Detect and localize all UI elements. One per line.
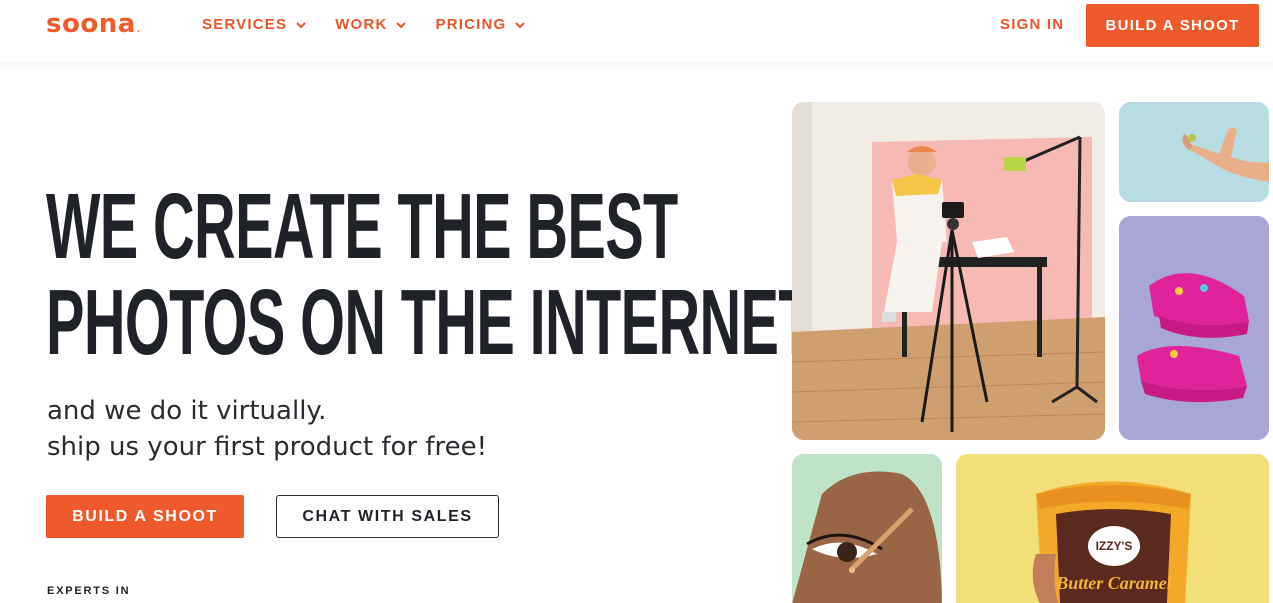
ice-cream-pint-photo: IZZY'S Butter Caramel [956, 454, 1269, 603]
nav-pricing[interactable]: PRICING [435, 16, 526, 33]
chevron-down-icon [515, 21, 526, 28]
nav-services-label: SERVICES [202, 16, 288, 33]
logo-mark: . [136, 25, 141, 34]
butter-caramel-label: Butter Caramel [1055, 573, 1172, 593]
site-header: soona. SERVICES WORK PRICING SIGN IN BUI… [0, 0, 1273, 62]
headline-line-1: WE CREATE THE BEST [46, 174, 678, 278]
build-shoot-button[interactable]: BUILD A SHOOT [46, 495, 244, 538]
subtitle-line-1: and we do it virtually. [47, 396, 327, 426]
hero-headline: WE CREATE THE BEST PHOTOS ON THE INTERNE… [46, 174, 814, 374]
main-nav: SERVICES WORK PRICING [202, 16, 526, 33]
soona-logo[interactable]: soona. [46, 9, 140, 39]
header-build-shoot-button[interactable]: BUILD A SHOOT [1086, 4, 1259, 47]
chevron-down-icon [396, 21, 407, 28]
eye-dropper-photo [792, 454, 942, 603]
hand-holding-gummy-photo [1119, 102, 1269, 202]
pink-platform-sandals-photo [1119, 216, 1269, 440]
subtitle-line-2: ship us your first product for free! [47, 432, 488, 462]
sign-in-link[interactable]: SIGN IN [1000, 16, 1064, 33]
logo-text: soona [46, 9, 136, 39]
experts-in-label: EXPERTS IN [47, 585, 131, 597]
izzys-brand-label: IZZY'S [1096, 539, 1133, 553]
hero-subtitle: and we do it virtually. ship us your fir… [47, 393, 487, 465]
nav-work[interactable]: WORK [335, 16, 407, 33]
chevron-down-icon [296, 21, 306, 28]
nav-pricing-label: PRICING [435, 16, 507, 33]
photographer-studio-photo [792, 102, 1105, 440]
nav-services[interactable]: SERVICES [202, 16, 307, 33]
nav-work-label: WORK [335, 16, 388, 33]
chat-with-sales-button[interactable]: CHAT WITH SALES [276, 495, 499, 538]
headline-line-2: PHOTOS ON THE INTERNET [46, 270, 814, 374]
